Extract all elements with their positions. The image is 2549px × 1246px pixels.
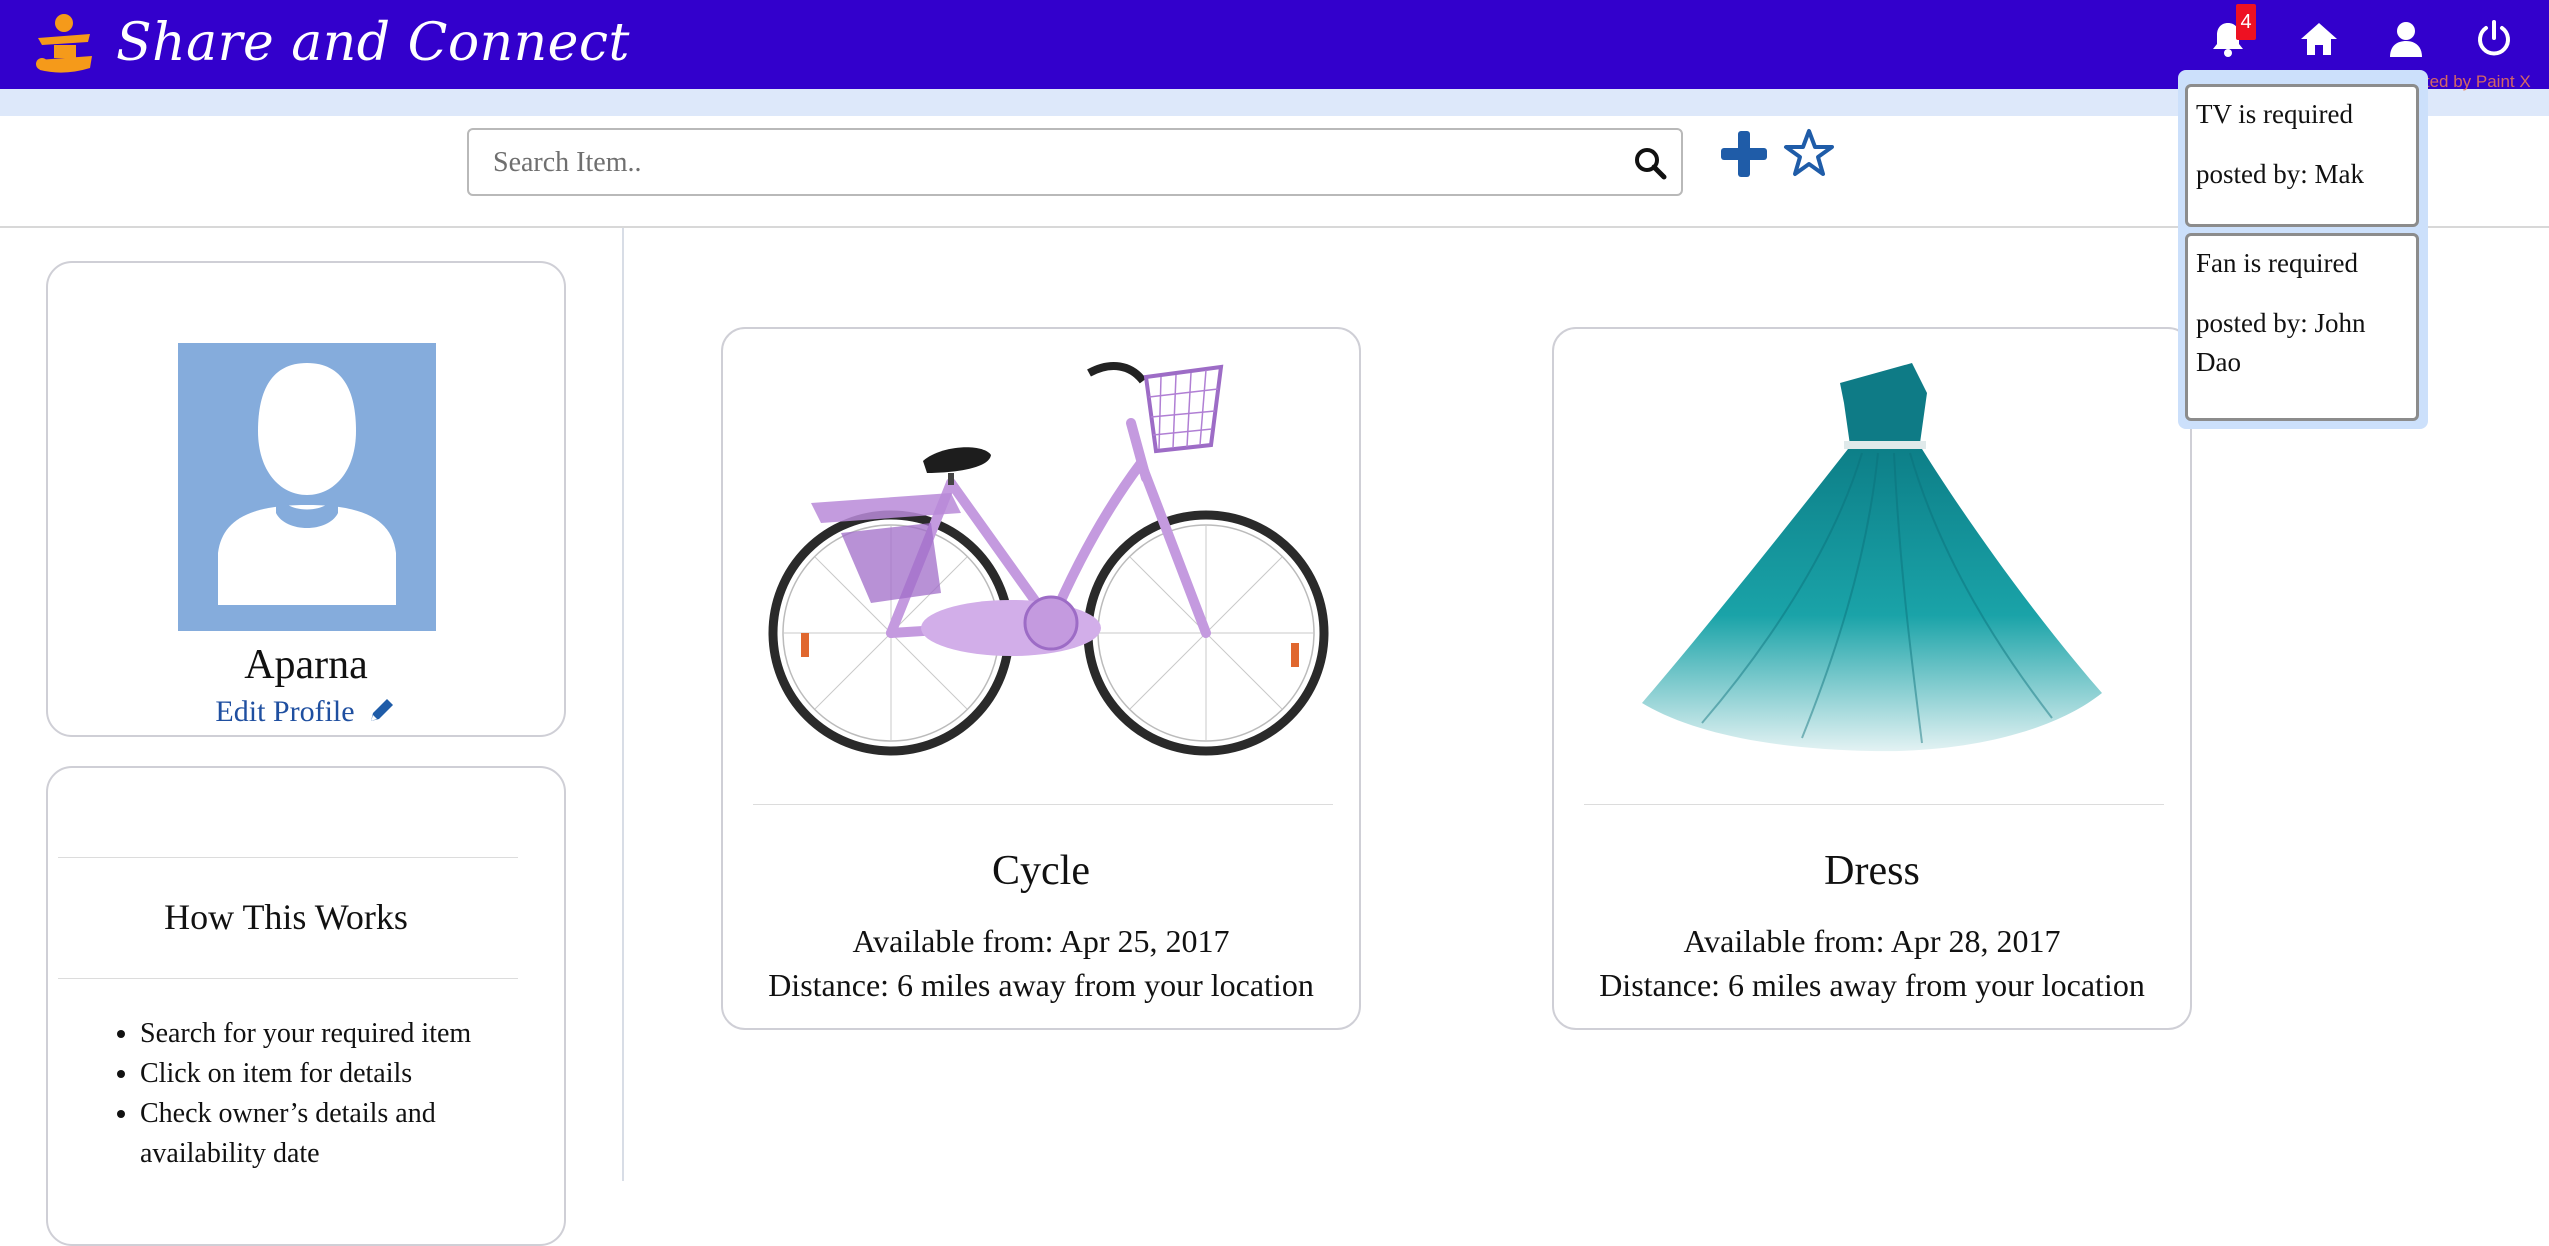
item-card-dress[interactable]: Dress Available from: Apr 28, 2017 Dista… — [1552, 327, 2192, 1030]
edit-profile-label[interactable]: Edit Profile — [215, 695, 354, 728]
notification-item[interactable]: Fan is required posted by: John Dao — [2185, 233, 2419, 421]
item-availability: Available from: Apr 28, 2017 — [1683, 923, 2061, 959]
item-availability: Available from: Apr 25, 2017 — [852, 923, 1230, 959]
notification-poster: posted by: Mak — [2196, 159, 2364, 189]
edit-profile-link[interactable]: Edit Profile — [48, 695, 564, 729]
user-icon[interactable] — [2384, 17, 2428, 61]
brand-title[interactable]: Share and Connect — [116, 10, 630, 76]
item-title[interactable]: Cycle — [723, 847, 1359, 895]
divider — [1584, 804, 2164, 805]
avatar-placeholder-icon — [218, 363, 396, 605]
top-navbar: Share and Connect 4 — [0, 0, 2549, 89]
dress-image — [1642, 363, 2102, 752]
item-card-cycle[interactable]: Cycle Available from: Apr 25, 2017 Dista… — [721, 327, 1361, 1030]
item-distance: Distance: 6 miles away from your locatio… — [768, 967, 1314, 1003]
notification-text: TV is required — [2196, 99, 2353, 129]
list-item: Check owner’s details and availability d… — [140, 1094, 560, 1174]
pencil-icon[interactable] — [367, 695, 397, 725]
avatar — [178, 343, 436, 631]
search-icon[interactable] — [1633, 146, 1667, 180]
item-distance: Distance: 6 miles away from your locatio… — [1599, 967, 2145, 1003]
notification-item[interactable]: TV is required posted by: Mak — [2185, 84, 2419, 227]
item-title[interactable]: Dress — [1554, 847, 2190, 895]
power-icon[interactable] — [2472, 17, 2516, 61]
plus-icon[interactable] — [1719, 129, 1769, 179]
search-input[interactable] — [491, 138, 1595, 188]
notification-badge: 4 — [2236, 4, 2256, 40]
logo-icon[interactable] — [34, 12, 96, 78]
list-item: Click on item for details — [140, 1054, 560, 1094]
search-box — [467, 128, 1683, 196]
home-icon[interactable] — [2297, 17, 2341, 61]
how-it-works-card: How This Works Search for your required … — [46, 766, 566, 1246]
sub-header-bar — [0, 89, 2549, 116]
how-it-works-steps: Search for your required item Click on i… — [92, 1014, 560, 1174]
list-item: Search for your required item — [140, 1014, 560, 1054]
column-divider — [622, 228, 624, 1181]
bicycle-image — [768, 362, 1329, 756]
divider — [58, 857, 518, 858]
notification-text: Fan is required — [2196, 248, 2358, 278]
profile-card: Aparna Edit Profile — [46, 261, 566, 737]
how-it-works-title: How This Works — [164, 897, 408, 937]
divider — [58, 978, 518, 979]
notification-dropdown: TV is required posted by: Mak Fan is req… — [2178, 70, 2428, 429]
divider — [753, 804, 1333, 805]
profile-name: Aparna — [244, 642, 368, 688]
notification-poster: posted by: John Dao — [2196, 308, 2366, 377]
star-icon[interactable] — [1783, 127, 1835, 179]
search-bar-row — [0, 116, 2549, 228]
